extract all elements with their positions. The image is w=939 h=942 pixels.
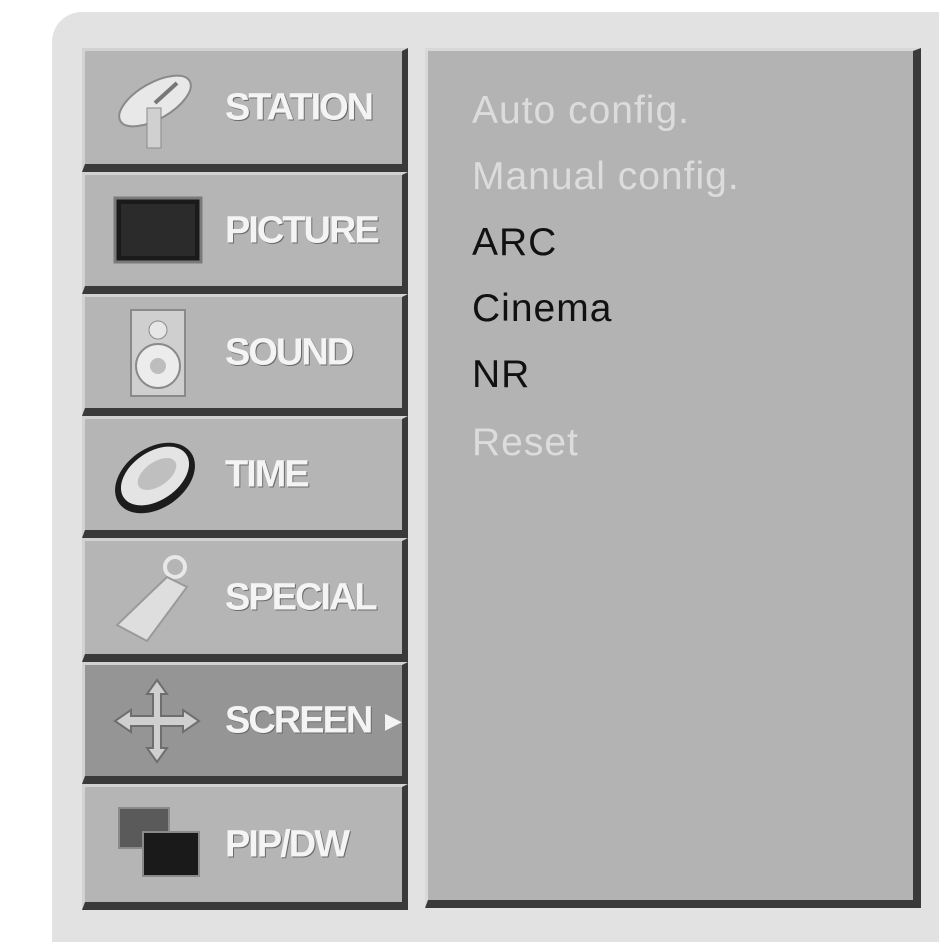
menu-item-time[interactable]: TIME [82,416,408,538]
satellite-dish-icon [107,63,207,153]
screen-submenu: Auto config. Manual config. ARC Cinema N… [425,48,921,908]
pip-windows-icon [107,800,207,890]
tag-icon [107,553,207,643]
submenu-arrow-icon: ▶ [385,707,402,733]
submenu-item-auto-config: Auto config. [472,89,690,132]
menu-item-picture[interactable]: PICTURE [82,172,408,294]
move-arrows-icon [107,676,207,766]
submenu-item-manual-config: Manual config. [472,155,740,198]
speaker-icon [107,308,207,398]
clock-icon [107,430,207,520]
menu-label-pip-dw: PIP/DW [225,823,350,865]
menu-item-sound[interactable]: SOUND [82,294,408,416]
menu-label-station: STATION [225,86,374,128]
main-menu: STATION PICTURE SOUND TIME SPECIAL SCREE… [82,48,410,910]
menu-label-sound: SOUND [225,331,354,373]
tv-screen-icon [107,186,207,276]
menu-label-picture: PICTURE [225,209,380,251]
menu-item-screen[interactable]: SCREEN ▶ [82,662,408,784]
menu-label-special: SPECIAL [225,576,378,618]
menu-item-station[interactable]: STATION [82,48,408,172]
menu-label-screen: SCREEN [225,699,373,741]
submenu-item-nr[interactable]: NR [472,353,530,397]
submenu-item-cinema[interactable]: Cinema [472,287,612,331]
menu-item-special[interactable]: SPECIAL [82,538,408,662]
menu-label-time: TIME [225,453,310,495]
submenu-item-arc[interactable]: ARC [472,221,557,265]
menu-item-pip-dw[interactable]: PIP/DW [82,784,408,910]
submenu-item-reset: Reset [472,421,579,464]
